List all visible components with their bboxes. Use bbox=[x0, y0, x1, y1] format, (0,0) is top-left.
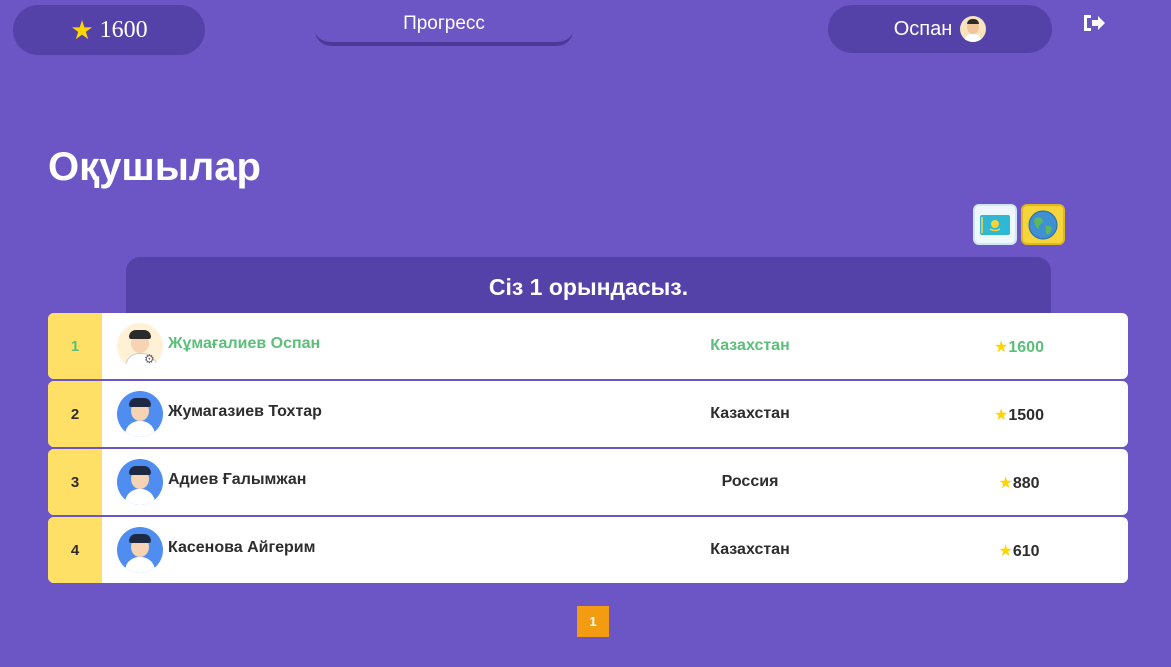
star-icon: ★ bbox=[994, 407, 1009, 424]
leaderboard-list: 1 ⚙ Жұмағалиев Оспан Казахстан ★1600 2 Ж… bbox=[48, 313, 1128, 585]
leaderboard-row[interactable]: 3 Адиев Ғалымжан Россия ★880 bbox=[48, 449, 1128, 515]
rank-number: 4 bbox=[48, 517, 102, 583]
logout-icon[interactable] bbox=[1082, 12, 1106, 34]
avatar bbox=[960, 16, 987, 42]
score-value: 1600 bbox=[99, 16, 148, 43]
rank-banner: Сіз 1 орындасыз. bbox=[126, 257, 1051, 317]
star-icon: ★ bbox=[70, 15, 94, 45]
avatar bbox=[117, 323, 163, 369]
page-title: Оқушылар bbox=[48, 145, 261, 189]
student-name: Жұмағалиев Оспан bbox=[168, 335, 321, 352]
student-country: Казахстан bbox=[710, 337, 790, 354]
user-name: Оспан bbox=[893, 17, 953, 40]
filter-kazakhstan-button[interactable] bbox=[973, 204, 1017, 245]
avatar bbox=[117, 527, 163, 573]
student-name: Касенова Айгерим bbox=[168, 539, 316, 556]
gear-icon: ⚙ bbox=[144, 352, 155, 366]
leaderboard-row[interactable]: 4 Касенова Айгерим Казахстан ★610 bbox=[48, 517, 1128, 583]
progress-tab[interactable]: Прогресс bbox=[315, 0, 573, 46]
student-name: Жумагазиев Тохтар bbox=[168, 403, 322, 420]
leaderboard-row[interactable]: 1 ⚙ Жұмағалиев Оспан Казахстан ★1600 bbox=[48, 313, 1128, 379]
rank-number: 2 bbox=[48, 381, 102, 447]
filter-world-button[interactable] bbox=[1021, 204, 1065, 245]
star-icon: ★ bbox=[994, 339, 1009, 356]
globe-icon bbox=[1028, 210, 1058, 239]
student-country: Казахстан bbox=[710, 405, 790, 422]
student-country: Россия bbox=[721, 473, 779, 490]
pagination-page-button[interactable]: 1 bbox=[577, 606, 609, 637]
student-points: ★610 bbox=[998, 543, 1040, 560]
score-display: ★ 1600 bbox=[13, 5, 205, 55]
rank-number: 1 bbox=[48, 313, 102, 379]
avatar bbox=[117, 391, 163, 437]
student-country: Казахстан bbox=[710, 541, 790, 558]
student-points: ★880 bbox=[998, 475, 1040, 492]
avatar bbox=[117, 459, 163, 505]
star-icon: ★ bbox=[998, 475, 1013, 492]
rank-number: 3 bbox=[48, 449, 102, 515]
star-icon: ★ bbox=[998, 543, 1013, 560]
student-points: ★1500 bbox=[994, 407, 1044, 424]
student-name: Адиев Ғалымжан bbox=[168, 471, 307, 488]
student-points: ★1600 bbox=[994, 339, 1044, 356]
user-menu-button[interactable]: Оспан bbox=[828, 5, 1052, 53]
kazakhstan-flag-icon bbox=[980, 214, 1010, 235]
leaderboard-row[interactable]: 2 Жумагазиев Тохтар Казахстан ★1500 bbox=[48, 381, 1128, 447]
